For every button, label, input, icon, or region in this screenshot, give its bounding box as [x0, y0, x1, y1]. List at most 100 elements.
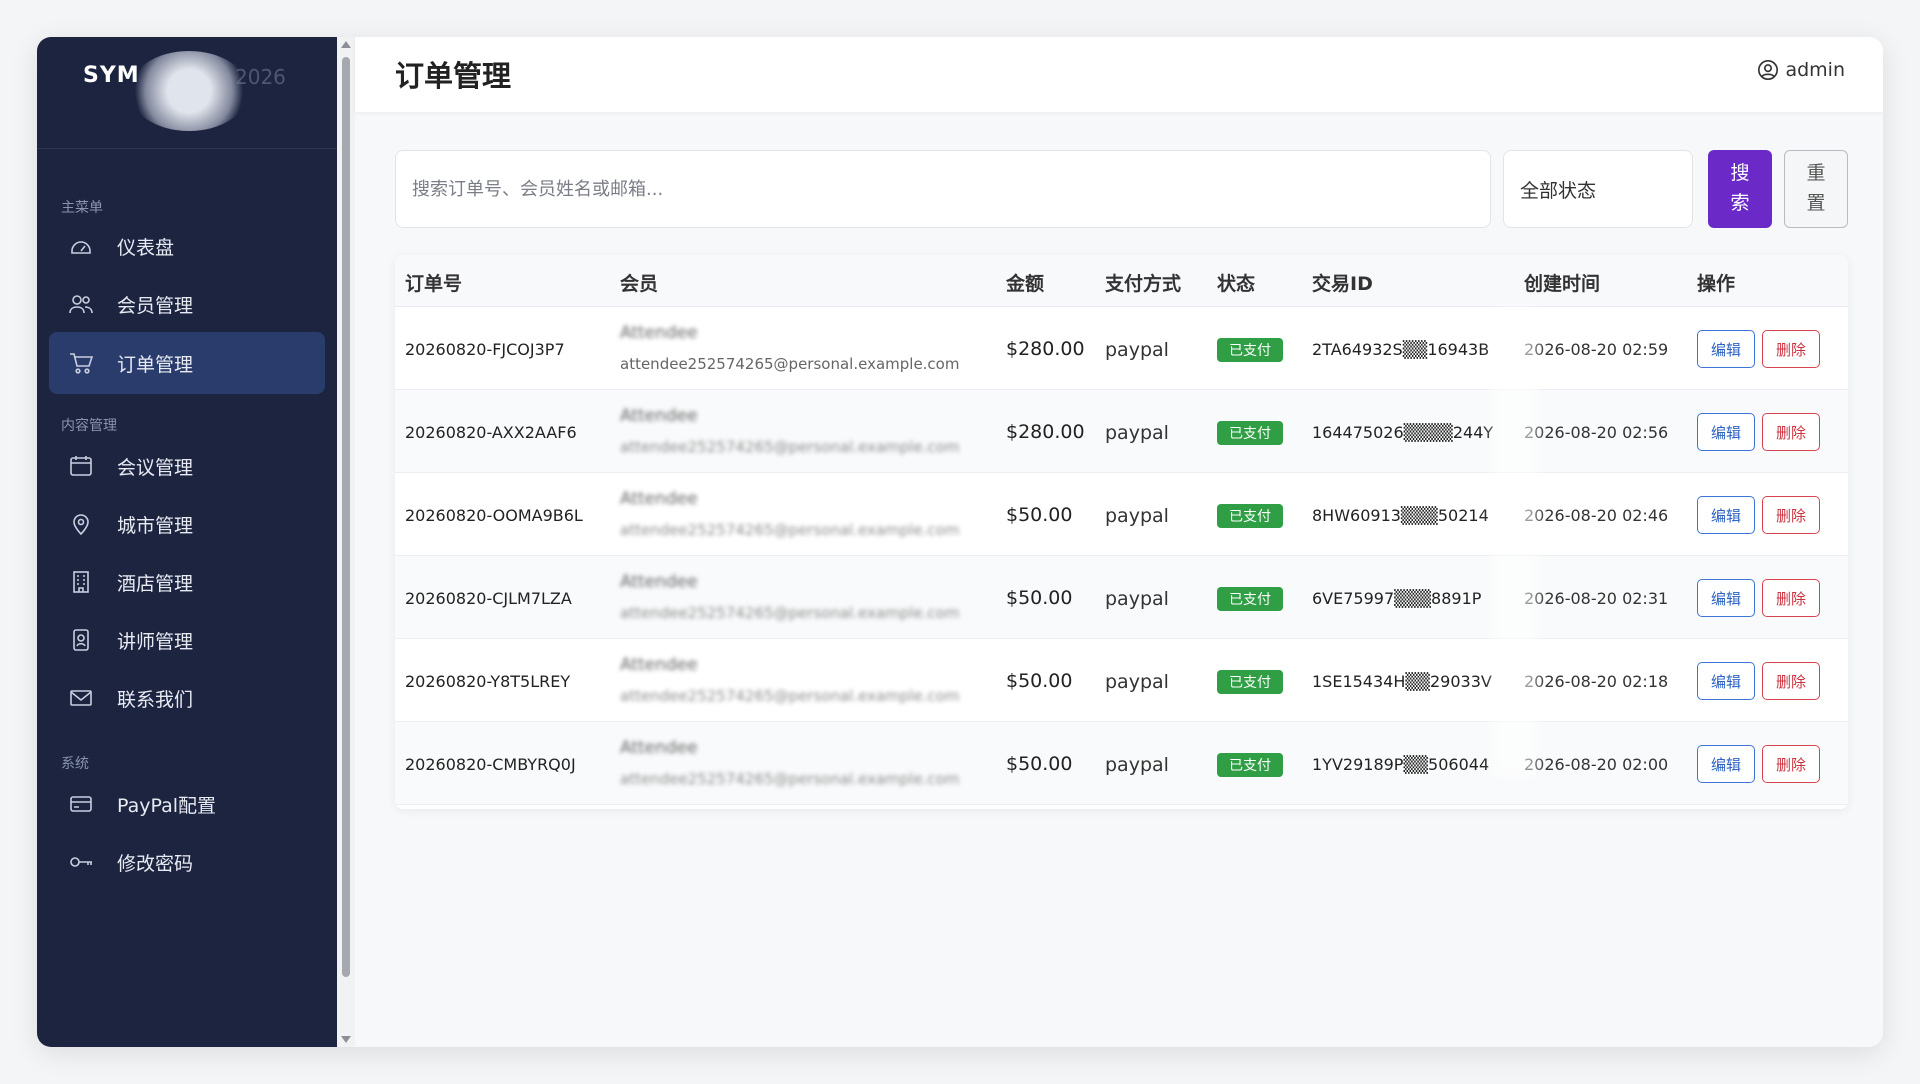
sidebar-item-change-password[interactable]: 修改密码: [49, 831, 325, 893]
sidebar-item-label: 修改密码: [117, 852, 194, 875]
sidebar-item-dashboard[interactable]: 仪表盘: [49, 215, 325, 277]
table-row: 20260820-AXX2AAF6 Attendee attendee2525742…: [395, 390, 1848, 473]
status-badge: 已支付: [1217, 421, 1283, 445]
sidebar-item-orders[interactable]: 订单管理: [49, 332, 325, 394]
search-input[interactable]: [395, 150, 1491, 228]
delete-button[interactable]: 删除: [1762, 413, 1820, 451]
order-number: 20260820-FJCOJ3P7: [405, 340, 565, 359]
key-icon: [67, 851, 95, 873]
transaction-id: 8HW60913▒▒▒50214: [1312, 506, 1489, 525]
sidebar-item-conferences[interactable]: 会议管理: [49, 435, 325, 497]
sidebar-item-label: 仪表盘: [117, 236, 175, 259]
reset-button[interactable]: 重 置: [1784, 150, 1848, 228]
status-badge: 已支付: [1217, 587, 1283, 611]
table-row: 20260820-FJCOJ3P7 Attendee attendee2525742…: [395, 307, 1848, 390]
order-number: 20260820-Y8T5LREY: [405, 672, 571, 691]
edit-button[interactable]: 编辑: [1697, 330, 1755, 368]
transaction-id: 164475026▒▒▒▒244Y: [1312, 423, 1494, 442]
member-email: attendee252574265@personal.example.com: [620, 604, 960, 622]
mail-icon: [67, 687, 95, 709]
col-created-at: 创建时间: [1524, 273, 1601, 295]
location-pin-icon: [67, 513, 95, 535]
order-number: 20260820-OOMA9B6L: [405, 506, 583, 525]
user-circle-icon: [1758, 60, 1779, 80]
sidebar-item-label: 会员管理: [117, 294, 194, 317]
transaction-id: 1SE15434H▒▒29033V: [1312, 672, 1492, 691]
created-at: 2026-08-20 02:31: [1524, 589, 1669, 608]
table-header: 订单号 会员 金额 支付方式 状态 交易ID 创建时间 操作: [395, 255, 1848, 307]
username: admin: [1785, 59, 1845, 81]
search-button-label-2: 索: [1730, 193, 1750, 214]
sidebar-item-label: 会议管理: [117, 456, 194, 479]
sidebar-item-members[interactable]: 会员管理: [49, 273, 325, 335]
edit-button[interactable]: 编辑: [1697, 413, 1755, 451]
credit-card-icon: [67, 793, 95, 815]
status-badge: 已支付: [1217, 753, 1283, 777]
search-button-label-1: 搜: [1730, 163, 1750, 184]
member-name: Attendee: [620, 406, 698, 426]
sidebar-item-label: 酒店管理: [117, 572, 194, 595]
reset-button-label-1: 重: [1806, 163, 1826, 184]
status-badge: 已支付: [1217, 504, 1283, 528]
sidebar-item-contact[interactable]: 联系我们: [49, 667, 325, 729]
order-number: 20260820-CJLM7LZA: [405, 589, 572, 608]
scroll-thumb[interactable]: [342, 57, 350, 977]
payment-method: paypal: [1105, 588, 1169, 610]
col-payment-method: 支付方式: [1105, 273, 1182, 295]
sidebar-item-label: PayPal配置: [117, 794, 217, 817]
delete-button[interactable]: 删除: [1762, 579, 1820, 617]
order-number: 20260820-AXX2AAF6: [405, 423, 577, 442]
sidebar-item-cities[interactable]: 城市管理: [49, 493, 325, 555]
sidebar-item-hotels[interactable]: 酒店管理: [49, 551, 325, 613]
delete-button[interactable]: 删除: [1762, 745, 1820, 783]
edit-button[interactable]: 编辑: [1697, 579, 1755, 617]
dashboard-icon: [67, 235, 95, 257]
delete-button[interactable]: 删除: [1762, 496, 1820, 534]
transaction-id: 1YV29189P▒▒506044: [1312, 755, 1490, 774]
scroll-down-arrow-icon[interactable]: [341, 1036, 351, 1043]
brand-year: 2026: [235, 65, 286, 89]
edit-button[interactable]: 编辑: [1697, 662, 1755, 700]
member-name: Attendee: [620, 738, 698, 758]
created-at: 2026-08-20 02:59: [1524, 340, 1669, 359]
table-row: 20260820-CJLM7LZA Attendee attendee2525742…: [395, 556, 1848, 639]
sidebar: SYM 2026 主菜单 仪表盘 会员管理 订单管理 内容管理 会议管理 城市管…: [37, 37, 337, 1047]
table-row: 20260820-CMBYRQ0J Attendee attendee2525742…: [395, 722, 1848, 805]
transaction-id: 6VE75997▒▒▒8891P: [1312, 589, 1482, 608]
scroll-up-arrow-icon[interactable]: [341, 41, 351, 48]
delete-button[interactable]: 删除: [1762, 662, 1820, 700]
edit-button[interactable]: 编辑: [1697, 496, 1755, 534]
member-name: Attendee: [620, 655, 698, 675]
user-menu[interactable]: admin: [1757, 59, 1845, 81]
redaction-blur: [1492, 307, 1538, 777]
status-badge: 已支付: [1217, 670, 1283, 694]
sidebar-item-speakers[interactable]: 讲师管理: [49, 609, 325, 671]
page-title: 订单管理: [395, 59, 512, 93]
id-badge-icon: [67, 629, 95, 651]
amount: $50.00: [1006, 753, 1073, 775]
created-at: 2026-08-20 02:46: [1524, 506, 1669, 525]
edit-button[interactable]: 编辑: [1697, 745, 1755, 783]
brand-logo-blur: [129, 51, 249, 131]
col-transaction-id: 交易ID: [1312, 273, 1373, 295]
section-system: 系统: [61, 756, 89, 772]
member-name: Attendee: [620, 489, 698, 509]
search-button[interactable]: 搜 索: [1708, 150, 1772, 228]
member-name: Attendee: [620, 572, 698, 592]
status-select[interactable]: 全部状态: [1503, 150, 1693, 228]
app-window: SYM 2026 主菜单 仪表盘 会员管理 订单管理 内容管理 会议管理 城市管…: [37, 37, 1883, 1047]
amount: $50.00: [1006, 670, 1073, 692]
delete-button[interactable]: 删除: [1762, 330, 1820, 368]
payment-method: paypal: [1105, 671, 1169, 693]
col-actions: 操作: [1697, 273, 1736, 295]
payment-method: paypal: [1105, 754, 1169, 776]
top-header: 订单管理 admin: [355, 37, 1883, 112]
amount: $280.00: [1006, 338, 1085, 360]
sidebar-item-label: 订单管理: [117, 353, 194, 376]
col-member: 会员: [620, 273, 659, 295]
users-icon: [67, 293, 95, 315]
cart-icon: [67, 352, 95, 374]
sidebar-scrollbar[interactable]: [337, 37, 355, 1047]
col-amount: 金额: [1006, 273, 1045, 295]
sidebar-item-paypal-config[interactable]: PayPal配置: [49, 773, 325, 835]
